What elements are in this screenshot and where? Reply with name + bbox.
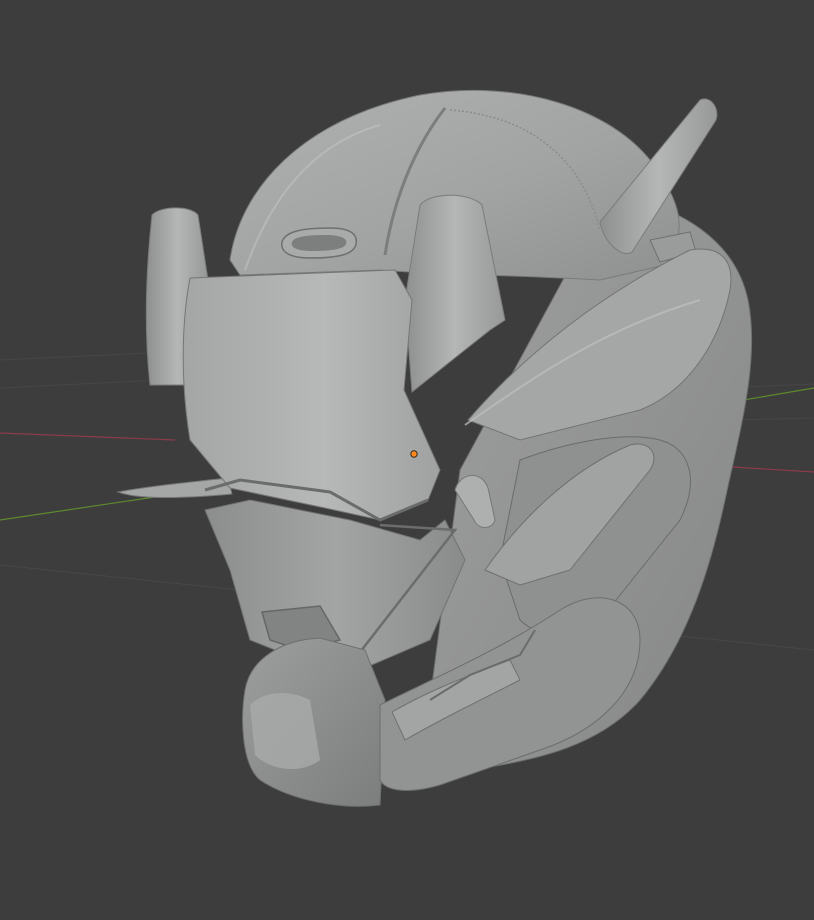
viewport-scene[interactable]	[0, 0, 814, 920]
top-vent-slot	[291, 235, 347, 251]
3d-viewport[interactable]	[0, 0, 814, 920]
object-origin[interactable]	[410, 450, 418, 458]
grid-line	[0, 351, 171, 361]
chin-face	[250, 693, 320, 770]
x-axis-line	[0, 432, 176, 441]
grid-line	[0, 379, 161, 389]
helmet-mesh[interactable]	[116, 89, 753, 807]
